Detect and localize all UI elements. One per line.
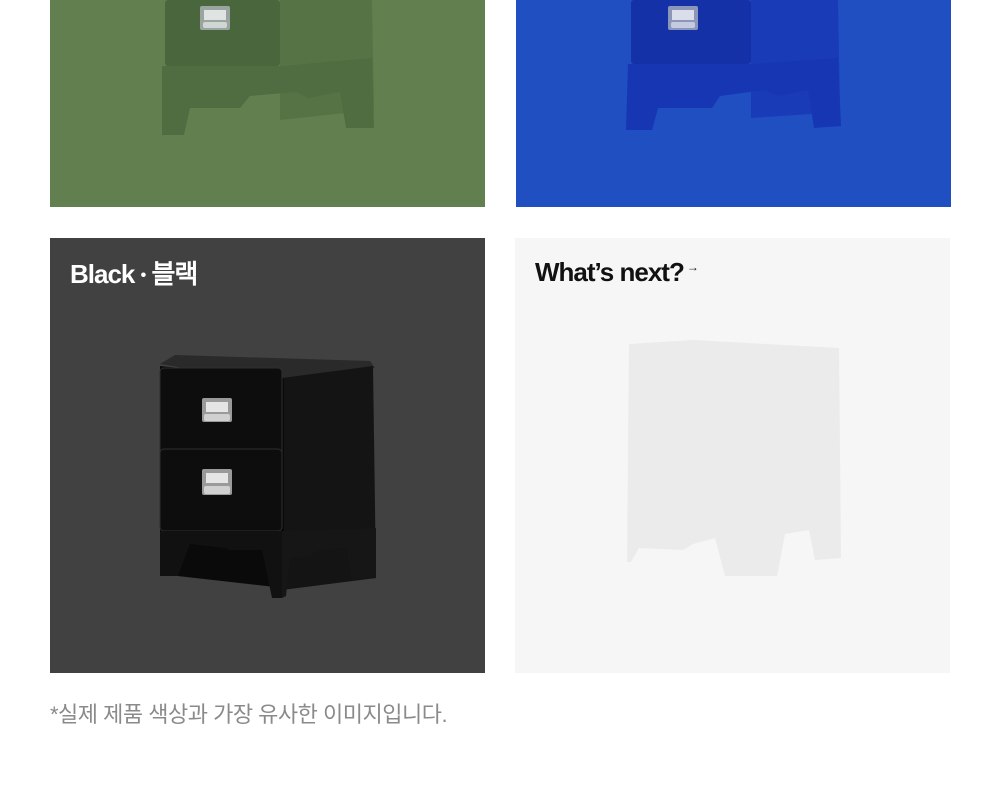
drawer-handle-icon [668,6,698,30]
disclaimer-note: *실제 제품 색상과 가장 유사한 이미지입니다. [50,702,448,727]
nightstand-silhouette-image [627,340,841,576]
drawer-handle-icon [200,6,230,30]
nightstand-blue-image [626,0,841,130]
drawer-handle-icon [202,469,232,495]
drawer-handle-icon [202,398,232,422]
nightstand-green-image [162,0,374,135]
nightstand-black-image [159,355,376,598]
color-tile-black: Black • 블랙 [50,238,485,673]
whats-next-tile[interactable]: What’s next? → [515,238,950,673]
color-tile-green [50,0,485,207]
color-tile-blue [516,0,951,207]
